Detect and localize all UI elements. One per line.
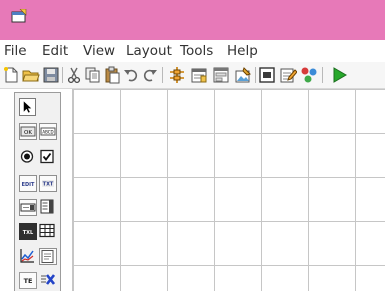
- label-tool[interactable]: TXL: [19, 223, 37, 240]
- button-tool-label: OK: [24, 130, 32, 136]
- textbox-tool[interactable]: ABCD: [39, 123, 57, 140]
- undo-icon[interactable]: [122, 66, 140, 84]
- toolbar-separator: [162, 67, 163, 83]
- menu-tools[interactable]: Tools: [180, 43, 213, 59]
- pointer-tool[interactable]: [19, 98, 36, 116]
- redo-icon[interactable]: [141, 66, 159, 84]
- cut-icon[interactable]: [65, 66, 83, 84]
- copy-icon[interactable]: [84, 66, 102, 84]
- toolbar-separator: [322, 67, 323, 83]
- menu-view[interactable]: View: [83, 43, 115, 59]
- menu-file[interactable]: File: [4, 43, 27, 59]
- text-field-tool[interactable]: TE: [19, 272, 37, 289]
- grid-align-icon[interactable]: [168, 66, 186, 84]
- menu-layout[interactable]: Layout: [126, 43, 172, 59]
- text-field-tool-label: TE: [24, 277, 33, 285]
- combo-tool[interactable]: [19, 199, 37, 216]
- image-tool[interactable]: [39, 248, 57, 265]
- edit-tool[interactable]: EDIT: [19, 175, 37, 192]
- edit-tool-label: EDIT: [22, 182, 35, 188]
- edit-image-icon[interactable]: [234, 66, 252, 84]
- button-tool[interactable]: OK: [19, 123, 37, 140]
- text-tool-label: TXT: [43, 182, 54, 188]
- toolbar-separator: [62, 67, 63, 83]
- save-icon[interactable]: [42, 66, 60, 84]
- textbox-tool-label: ABCD: [42, 130, 53, 135]
- menu-edit[interactable]: Edit: [42, 43, 68, 59]
- app-icon[interactable]: [11, 8, 27, 23]
- run-icon[interactable]: [330, 66, 348, 84]
- form-edit-icon[interactable]: [212, 66, 230, 84]
- text-tool[interactable]: TXT: [39, 175, 57, 192]
- design-grid[interactable]: [72, 89, 385, 291]
- checkbox-tool[interactable]: [39, 149, 57, 166]
- tool-palette: OK ABCD EDIT TXT TXL TE: [14, 92, 61, 291]
- toolbar: [0, 62, 385, 89]
- label-tool-label: TXL: [23, 230, 34, 236]
- properties-icon[interactable]: [190, 66, 208, 84]
- menu-bar: File Edit View Layout Tools Help: [0, 40, 385, 62]
- chart-tool[interactable]: [19, 248, 37, 265]
- new-file-icon[interactable]: [2, 66, 20, 84]
- menu-help[interactable]: Help: [227, 43, 258, 59]
- components-icon[interactable]: [300, 66, 318, 84]
- open-folder-icon[interactable]: [22, 66, 40, 84]
- table-tool[interactable]: [39, 223, 57, 240]
- paste-icon[interactable]: [103, 66, 121, 84]
- list-tool[interactable]: [39, 199, 57, 216]
- document-edit-icon[interactable]: [279, 66, 297, 84]
- title-bar: [0, 0, 385, 40]
- delete-tool[interactable]: [39, 272, 57, 289]
- radio-tool[interactable]: [19, 149, 37, 166]
- toolbar-separator: [255, 67, 256, 83]
- screenshot-icon[interactable]: [258, 66, 276, 84]
